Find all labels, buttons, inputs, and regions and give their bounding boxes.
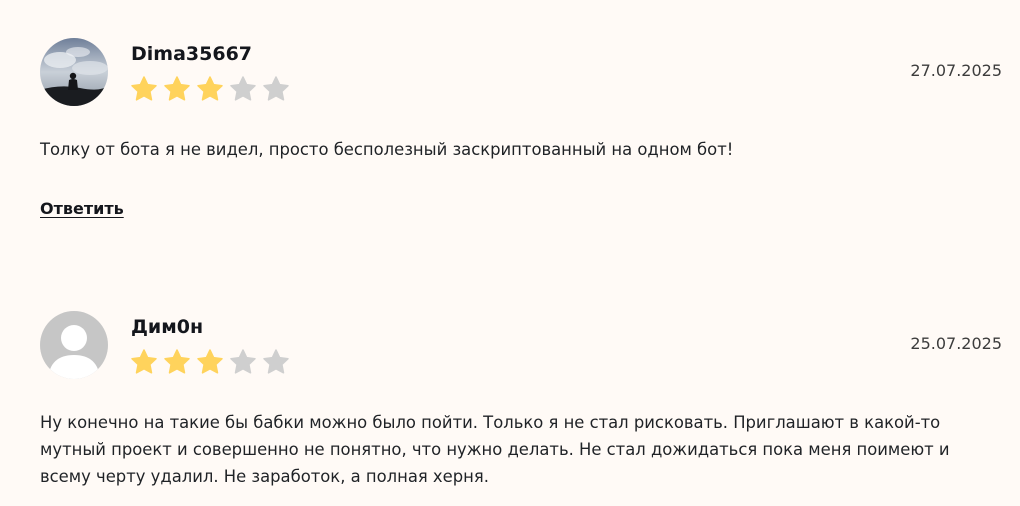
photo-avatar-icon xyxy=(40,38,108,106)
star-filled-icon xyxy=(131,76,157,101)
star-filled-icon xyxy=(164,76,190,101)
star-filled-icon xyxy=(131,349,157,374)
star-filled-icon xyxy=(164,349,190,374)
star-empty-icon xyxy=(263,76,289,101)
avatar xyxy=(40,311,108,379)
star-empty-icon xyxy=(263,349,289,374)
review-text: Ну конечно на такие бы бабки можно было … xyxy=(40,413,950,486)
reviews-list: Dima35667 27.07.2025 Толку от бота я не … xyxy=(0,0,1020,506)
avatar xyxy=(40,38,108,106)
rating-stars xyxy=(129,347,291,377)
review-date: 27.07.2025 xyxy=(910,61,1002,80)
default-user-icon xyxy=(40,311,108,379)
reply-button[interactable]: Ответить xyxy=(40,198,124,220)
review-date: 25.07.2025 xyxy=(910,334,1002,353)
star-empty-icon xyxy=(230,76,256,101)
review-author: Dima35667 xyxy=(131,43,253,65)
review-text: Толку от бота я не видел, просто бесполе… xyxy=(40,140,734,159)
rating-stars xyxy=(129,74,291,104)
star-filled-icon xyxy=(197,76,223,101)
review-author: Дим0н xyxy=(131,316,204,338)
star-filled-icon xyxy=(197,349,223,374)
star-empty-icon xyxy=(230,349,256,374)
